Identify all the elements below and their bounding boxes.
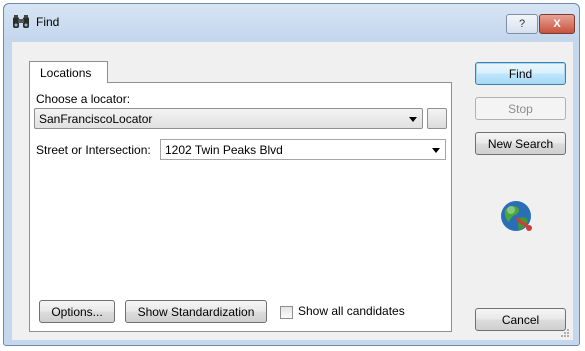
- new-search-button[interactable]: New Search: [475, 132, 566, 155]
- resize-grip-icon[interactable]: [560, 327, 570, 337]
- options-button[interactable]: Options...: [39, 300, 115, 323]
- dialog-body: Locations Choose a locator: SanFrancisco…: [12, 42, 573, 340]
- find-button[interactable]: Find: [475, 62, 566, 85]
- window-title: Find: [36, 15, 60, 29]
- street-label: Street or Intersection:: [36, 143, 151, 157]
- show-all-candidates-label: Show all candidates: [298, 304, 405, 318]
- locator-dropdown[interactable]: SanFranciscoLocator: [34, 108, 423, 129]
- chevron-down-icon: [409, 117, 417, 122]
- show-standardization-button[interactable]: Show Standardization: [125, 300, 267, 323]
- close-icon: X: [553, 18, 561, 30]
- locator-value: SanFranciscoLocator: [39, 112, 153, 126]
- street-value: 1202 Twin Peaks Blvd: [165, 143, 283, 157]
- tab-locations[interactable]: Locations: [29, 61, 108, 83]
- close-button[interactable]: X: [539, 14, 575, 34]
- locations-panel: Choose a locator: SanFranciscoLocator St…: [29, 82, 452, 332]
- stop-button[interactable]: Stop: [475, 97, 566, 120]
- binoculars-icon: [12, 14, 30, 30]
- street-input[interactable]: 1202 Twin Peaks Blvd: [160, 139, 446, 160]
- globe-locator-icon: [497, 198, 537, 238]
- help-button[interactable]: ?: [506, 14, 538, 34]
- locator-label: Choose a locator:: [36, 92, 131, 106]
- locator-browse-button[interactable]: [427, 108, 447, 129]
- title-bar[interactable]: Find ? X: [4, 4, 579, 40]
- show-all-candidates-checkbox[interactable]: [280, 306, 293, 319]
- help-icon: ?: [518, 18, 526, 30]
- cancel-button[interactable]: Cancel: [475, 308, 566, 331]
- find-dialog: Find ? X Locations Choose a locator: San…: [3, 3, 580, 346]
- chevron-down-icon: [432, 148, 440, 153]
